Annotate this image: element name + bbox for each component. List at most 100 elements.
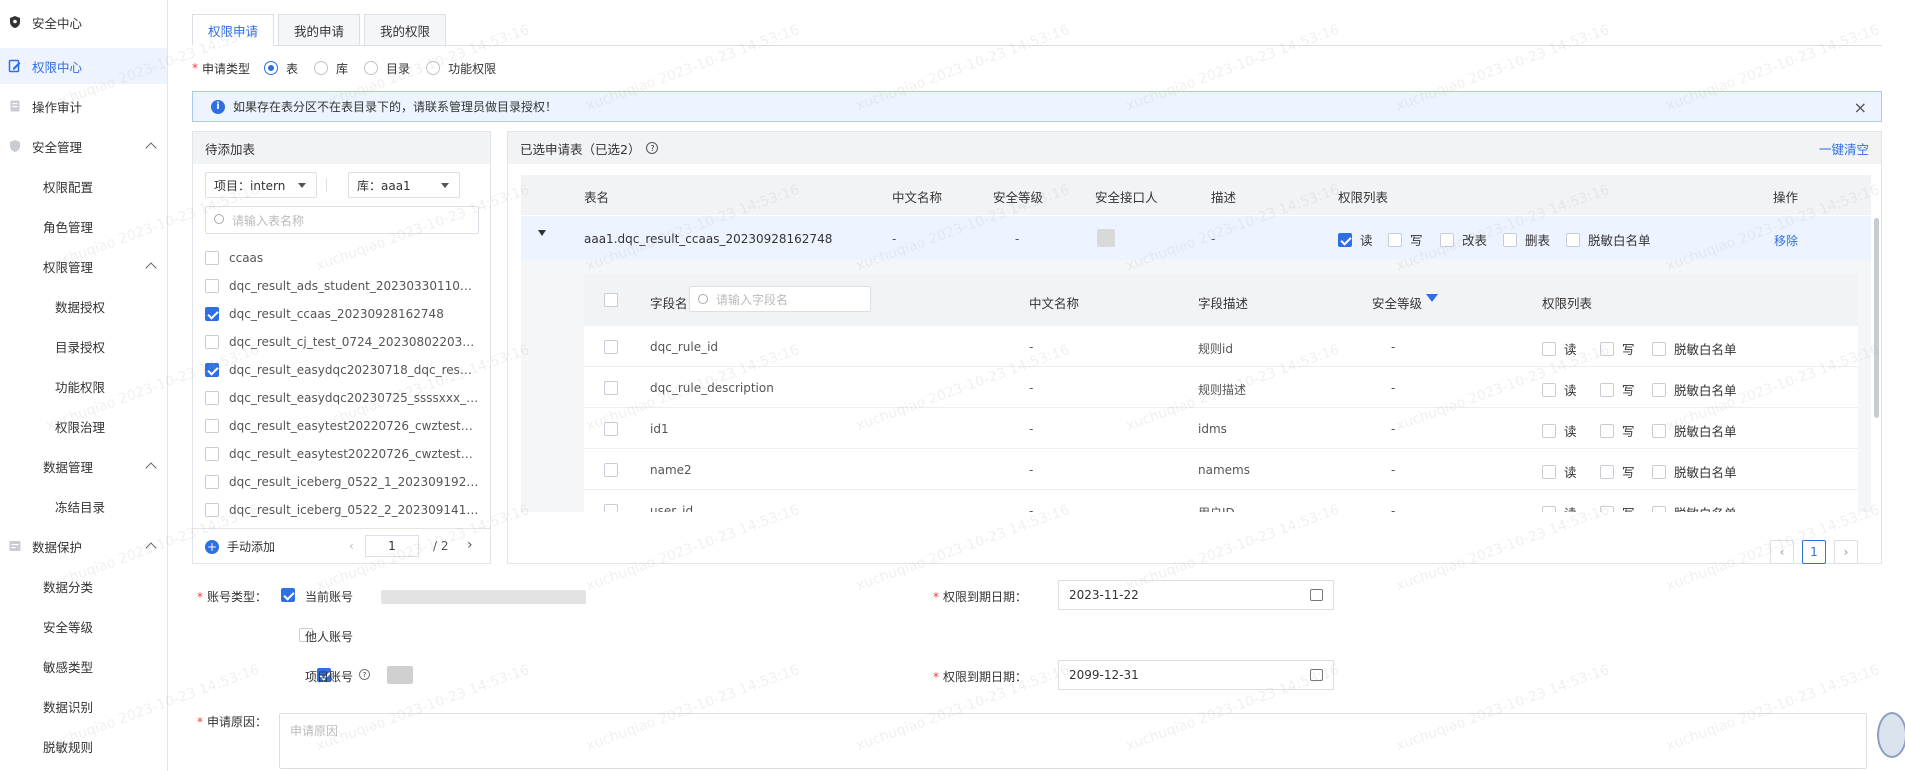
expiry-date-1[interactable]: 2023-11-22 — [1058, 580, 1334, 610]
radio-database[interactable] — [314, 61, 329, 75]
perm-checkbox[interactable] — [1338, 232, 1352, 247]
field-perm-option[interactable]: 脱敏白名单 — [1652, 462, 1737, 481]
sidebar-item-data-recognition[interactable]: 数据识别 — [0, 688, 167, 724]
radio-table[interactable] — [264, 61, 279, 75]
expand-caret-icon[interactable] — [538, 230, 546, 236]
sidebar-item-frozen-dir[interactable]: 冻结目录 — [0, 488, 167, 524]
table-checkbox[interactable] — [205, 335, 219, 349]
list-item[interactable]: dqc_result_ccaas_20230928162748 — [205, 300, 481, 328]
expiry-date-2[interactable]: 2099-12-31 — [1058, 660, 1334, 690]
right-page-current[interactable]: 1 — [1802, 540, 1826, 564]
list-item[interactable]: dqc_result_easytest20220726_cwztestdmla.… — [205, 412, 481, 440]
field-checkbox[interactable] — [604, 504, 618, 512]
perm-option[interactable]: 删表 — [1503, 230, 1550, 249]
field-perm-checkbox[interactable] — [1600, 464, 1614, 479]
field-perm-checkbox[interactable] — [1542, 341, 1556, 356]
perm-checkbox[interactable] — [1503, 232, 1517, 247]
sidebar-item-func-perm[interactable]: 功能权限 — [0, 368, 167, 404]
perm-checkbox[interactable] — [1440, 232, 1454, 247]
field-perm-checkbox[interactable] — [1600, 341, 1614, 356]
next-page-icon[interactable]: › — [467, 537, 473, 553]
list-item[interactable]: dqc_result_easytest20220726_cwztestdmla.… — [205, 440, 481, 468]
remove-link[interactable]: 移除 — [1774, 232, 1798, 249]
prev-page-icon[interactable]: ‹ — [349, 539, 354, 553]
sidebar-item-audit[interactable]: 操作审计 — [0, 88, 167, 124]
right-prev-page-button[interactable]: ‹ — [1770, 540, 1794, 564]
sidebar-item-data-classification[interactable]: 数据分类 — [0, 568, 167, 604]
field-perm-checkbox[interactable] — [1600, 423, 1614, 438]
field-perm-checkbox[interactable] — [1652, 505, 1666, 512]
sidebar-item-perm-governance[interactable]: 权限治理 — [0, 408, 167, 444]
field-perm-option[interactable]: 写 — [1600, 380, 1635, 399]
current-account-checkbox[interactable] — [281, 588, 295, 602]
sidebar-item-permission-config[interactable]: 权限配置 — [0, 168, 167, 204]
field-checkbox[interactable] — [604, 422, 618, 436]
table-checkbox[interactable] — [205, 503, 219, 517]
field-perm-option[interactable]: 写 — [1600, 421, 1635, 440]
left-page-input[interactable]: 1 — [365, 535, 419, 557]
sidebar-item-masking-rules[interactable]: 脱敏规则 — [0, 728, 167, 764]
sidebar-item-data-management[interactable]: 数据管理 — [0, 448, 167, 484]
field-perm-checkbox[interactable] — [1600, 382, 1614, 397]
field-perm-checkbox[interactable] — [1542, 423, 1556, 438]
field-checkbox[interactable] — [604, 463, 618, 477]
field-perm-option[interactable]: 读 — [1542, 462, 1577, 481]
field-checkbox[interactable] — [604, 381, 618, 395]
field-perm-checkbox[interactable] — [1542, 464, 1556, 479]
close-icon[interactable]: × — [1854, 98, 1867, 117]
filter-icon[interactable] — [1426, 294, 1438, 302]
sidebar-item-permission-management[interactable]: 权限管理 — [0, 248, 167, 284]
field-perm-option[interactable]: 写 — [1600, 503, 1635, 512]
sidebar-item-sensitive-type[interactable]: 敏感类型 — [0, 648, 167, 684]
perm-option[interactable]: 读 — [1338, 230, 1373, 249]
table-checkbox[interactable] — [205, 391, 219, 405]
field-perm-checkbox[interactable] — [1542, 505, 1556, 512]
list-item[interactable]: dqc_result_iceberg_0522_1_202309192032..… — [205, 468, 481, 496]
table-checkbox[interactable] — [205, 363, 219, 377]
database-select[interactable]: 库：aaa1 — [348, 172, 460, 198]
field-perm-option[interactable]: 读 — [1542, 421, 1577, 440]
list-item[interactable]: dqc_result_easydqc20230725_ssssxxx_ef7..… — [205, 384, 481, 412]
table-checkbox[interactable] — [205, 475, 219, 489]
sidebar-item-permission-center[interactable]: 权限中心 — [0, 48, 167, 84]
field-checkbox[interactable] — [604, 340, 618, 354]
assistant-avatar[interactable] — [1877, 712, 1905, 758]
field-search-input[interactable]: 请输入字段名 — [689, 286, 871, 312]
clear-all-link[interactable]: 一键清空 — [1819, 139, 1869, 158]
sidebar-item-security-level[interactable]: 安全等级 — [0, 608, 167, 644]
table-checkbox[interactable] — [205, 447, 219, 461]
list-item[interactable]: dqc_result_ads_student_20230330110455 — [205, 272, 481, 300]
field-perm-option[interactable]: 脱敏白名单 — [1652, 339, 1737, 358]
sidebar-item-role-management[interactable]: 角色管理 — [0, 208, 167, 244]
tab-my-permissions[interactable]: 我的权限 — [364, 14, 446, 46]
table-checkbox[interactable] — [205, 279, 219, 293]
field-perm-option[interactable]: 写 — [1600, 462, 1635, 481]
sidebar-item-data-protection[interactable]: 数据保护 — [0, 528, 167, 564]
field-perm-checkbox[interactable] — [1542, 382, 1556, 397]
table-checkbox[interactable] — [205, 419, 219, 433]
table-search-input[interactable]: 请输入表名称 — [205, 206, 479, 234]
field-perm-option[interactable]: 写 — [1600, 339, 1635, 358]
field-perm-checkbox[interactable] — [1652, 423, 1666, 438]
field-perm-option[interactable]: 脱敏白名单 — [1652, 503, 1737, 512]
sidebar-item-security-center[interactable]: 安全中心 — [0, 4, 167, 40]
right-next-page-button[interactable]: › — [1834, 540, 1858, 564]
sidebar-item-data-auth[interactable]: 数据授权 — [0, 288, 167, 324]
field-perm-checkbox[interactable] — [1600, 505, 1614, 512]
field-perm-option[interactable]: 脱敏白名单 — [1652, 380, 1737, 399]
field-perm-option[interactable]: 读 — [1542, 503, 1577, 512]
perm-option[interactable]: 写 — [1388, 230, 1423, 249]
help-icon[interactable]: ? — [646, 142, 659, 154]
perm-checkbox[interactable] — [1566, 232, 1580, 247]
table-checkbox[interactable] — [205, 251, 219, 265]
sidebar-item-dir-auth[interactable]: 目录授权 — [0, 328, 167, 364]
list-item[interactable]: ccaas — [205, 244, 481, 272]
radio-function[interactable] — [426, 61, 441, 75]
list-item[interactable]: dqc_result_iceberg_0522_2_20230914112543 — [205, 496, 481, 524]
field-perm-checkbox[interactable] — [1652, 341, 1666, 356]
select-all-fields-checkbox[interactable] — [604, 293, 618, 307]
reason-textarea[interactable]: 申请原因 — [279, 713, 1867, 769]
list-item[interactable]: dqc_result_easydqc20230718_dqc_result_a.… — [205, 356, 481, 384]
list-item[interactable]: dqc_result_cj_test_0724_20230802203720 — [205, 328, 481, 356]
tab-permission-apply[interactable]: 权限申请 — [192, 14, 274, 46]
